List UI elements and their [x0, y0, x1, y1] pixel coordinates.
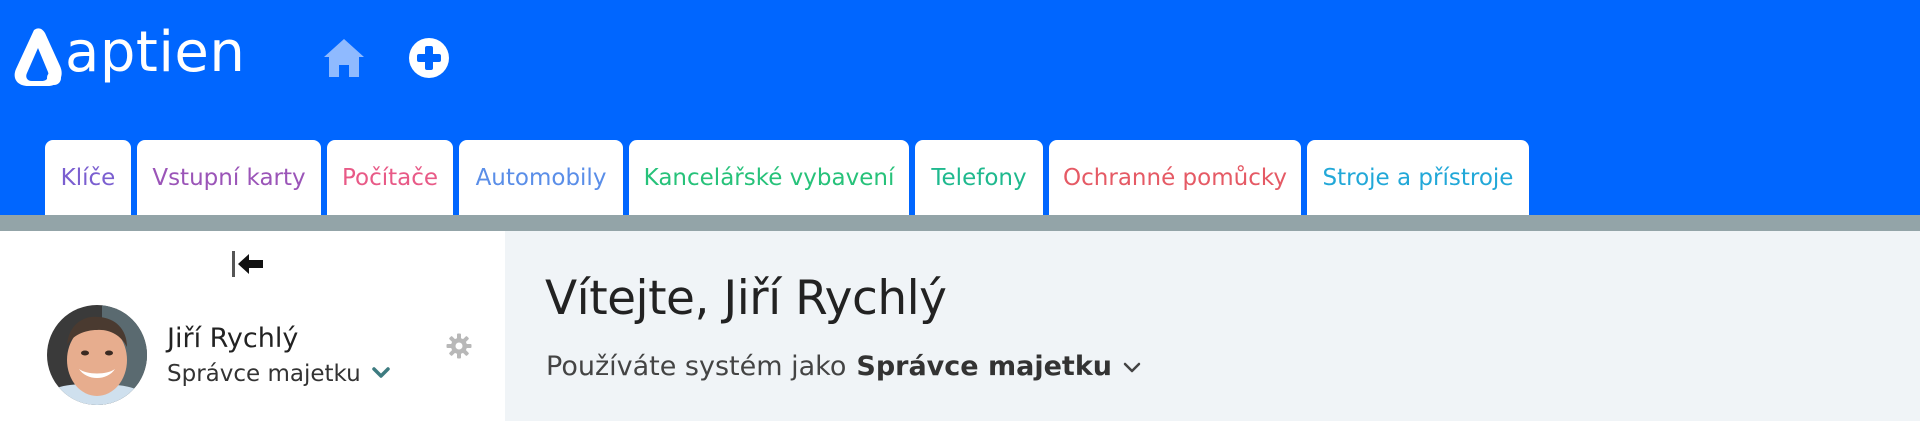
page-title: Vítejte, Jiří Rychlý [545, 271, 947, 326]
tab-automobily[interactable]: Automobily [459, 140, 623, 215]
gear-icon[interactable] [444, 331, 474, 361]
plus-circle-icon[interactable] [405, 34, 453, 82]
role-info: Používáte systém jako Správce majetku [546, 351, 1142, 382]
user-name: Jiří Rychlý [167, 323, 299, 354]
tab-telefony[interactable]: Telefony [915, 140, 1043, 215]
collapse-left-icon[interactable] [228, 247, 268, 281]
header-separator [0, 215, 1920, 231]
home-icon[interactable] [320, 34, 368, 82]
category-tabs: Klíče Vstupní karty Počítače Automobily … [45, 140, 1529, 215]
user-role: Správce majetku [167, 361, 361, 387]
sidebar: Jiří Rychlý Správce majetku [0, 231, 505, 421]
tab-klice[interactable]: Klíče [45, 140, 131, 215]
brand-name: aptien [65, 20, 246, 85]
tab-kancelarske-vybaveni[interactable]: Kancelářské vybavení [629, 140, 909, 215]
tab-vstupni-karty[interactable]: Vstupní karty [137, 140, 321, 215]
chevron-down-icon [1122, 351, 1142, 382]
main-content: Vítejte, Jiří Rychlý Používáte systém ja… [505, 231, 1920, 421]
role-prefix: Používáte systém jako [546, 351, 847, 382]
logo-mark-icon [14, 28, 62, 86]
current-role: Správce majetku [856, 351, 1113, 382]
tab-ochranne-pomucky[interactable]: Ochranné pomůcky [1049, 140, 1301, 215]
user-role-selector[interactable]: Správce majetku [167, 361, 391, 387]
chevron-down-icon [371, 365, 391, 384]
tab-stroje-a-pristroje[interactable]: Stroje a přístroje [1307, 140, 1529, 215]
role-switcher[interactable]: Správce majetku [856, 351, 1142, 382]
top-header: aptien Klíče Vstupní karty Počítače Auto… [0, 0, 1920, 215]
tab-pocitace[interactable]: Počítače [327, 140, 453, 215]
aptien-logo[interactable]: aptien [12, 22, 245, 92]
avatar[interactable] [47, 305, 147, 405]
